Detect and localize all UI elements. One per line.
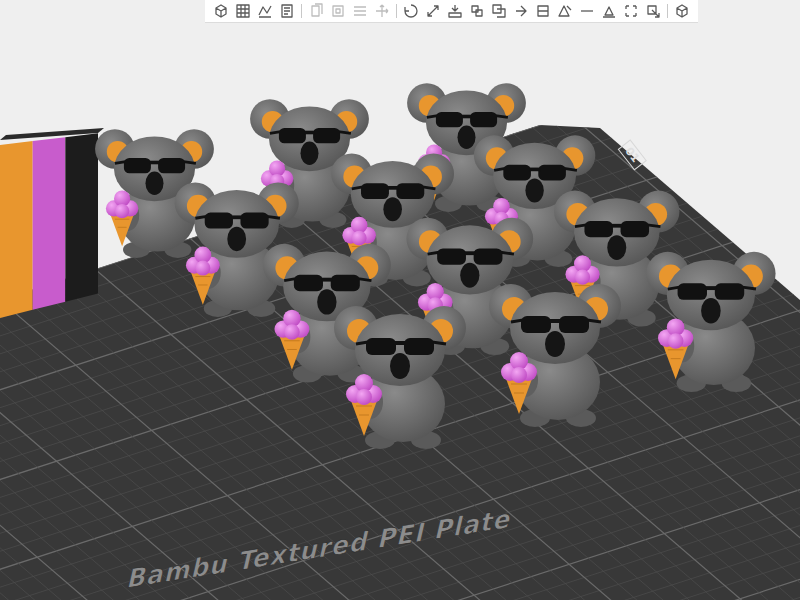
tool-icon[interactable] [579, 3, 595, 19]
tool-icon [374, 3, 390, 19]
tool-icon[interactable] [535, 3, 551, 19]
top-toolbar [205, 0, 698, 23]
tool-icon [352, 3, 368, 19]
toolbar-separator [301, 4, 302, 18]
toolbar-separator [667, 4, 668, 18]
plate-index: 01 [618, 140, 646, 170]
wipe-tower-layer [33, 137, 66, 310]
tool-icon[interactable] [447, 3, 463, 19]
svg-text:01: 01 [622, 145, 642, 165]
tool-icon[interactable] [513, 3, 529, 19]
koala-model[interactable] [489, 284, 621, 427]
tool-icon[interactable] [425, 3, 441, 19]
toolbar-group [674, 3, 690, 19]
tool-icon[interactable] [235, 3, 251, 19]
plate-label: Bambu Textured PEI Plate [125, 503, 516, 594]
tool-icon [308, 3, 324, 19]
tool-icon[interactable] [213, 3, 229, 19]
wipe-tower[interactable] [0, 128, 104, 318]
toolbar-group [403, 3, 661, 19]
tool-icon[interactable] [674, 3, 690, 19]
tool-icon[interactable] [557, 3, 573, 19]
3d-viewport[interactable]: Bambu Textured PEI Plate 01 [0, 0, 800, 600]
tool-icon[interactable] [623, 3, 639, 19]
toolbar-group [308, 3, 390, 19]
tool-icon[interactable] [469, 3, 485, 19]
koala-model[interactable] [334, 306, 466, 449]
toolbar-separator [396, 4, 397, 18]
tool-icon[interactable] [645, 3, 661, 19]
tool-icon[interactable] [491, 3, 507, 19]
wipe-tower-layer [65, 133, 98, 301]
slicer-window: Bambu Textured PEI Plate 01 [0, 0, 800, 600]
tool-icon[interactable] [279, 3, 295, 19]
tool-icon[interactable] [257, 3, 273, 19]
wipe-tower-layer [0, 141, 33, 318]
toolbar-group [213, 3, 295, 19]
build-plate: Bambu Textured PEI Plate 01 [0, 0, 800, 600]
tool-icon[interactable] [403, 3, 419, 19]
tool-icon [330, 3, 346, 19]
tool-icon[interactable] [601, 3, 617, 19]
koala-model[interactable] [646, 252, 775, 392]
